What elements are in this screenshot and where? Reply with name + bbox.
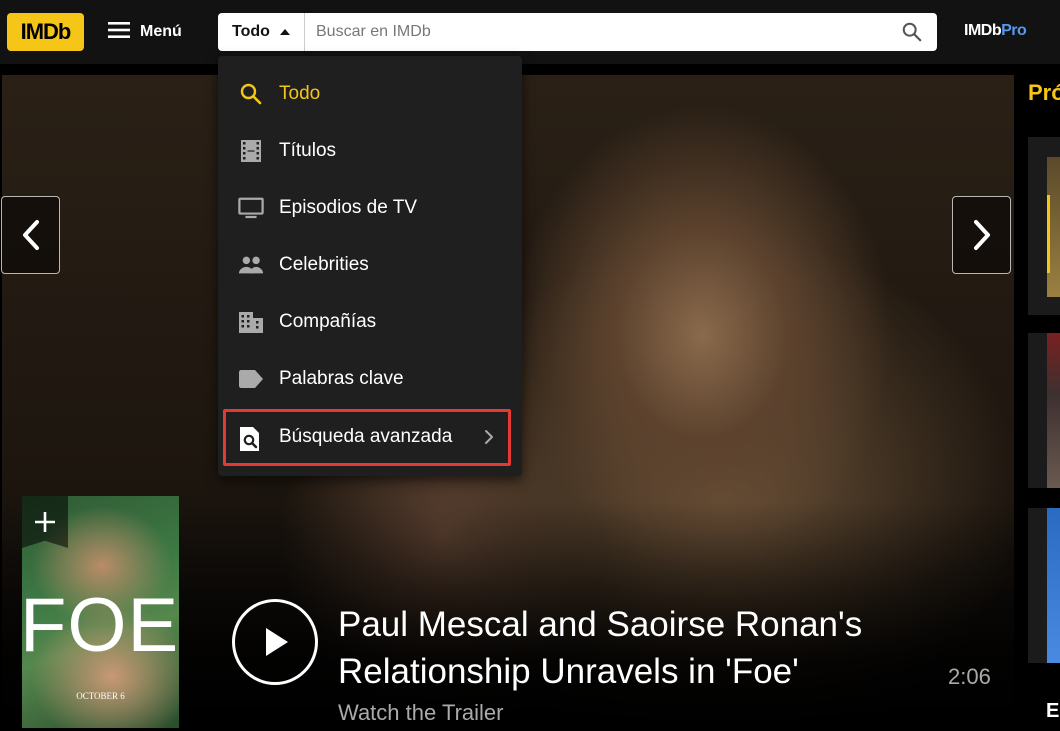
browse-trailers-link[interactable]: E (1046, 700, 1059, 723)
add-to-watchlist-button[interactable] (22, 496, 68, 548)
imdbpro-logo[interactable]: IMDbPro (964, 22, 1027, 40)
imdbpro-logo-part2: Pro (1001, 22, 1027, 39)
search-icon (238, 81, 264, 107)
menu-button[interactable]: Menú (108, 14, 182, 50)
up-next-card[interactable] (1028, 137, 1060, 315)
up-next-heading: Pró (1028, 80, 1060, 105)
poster-release-date: OCTOBER 6 (76, 691, 125, 701)
scope-option-label: Celebrities (279, 253, 369, 275)
search-scope-label: Todo (232, 23, 270, 40)
play-icon (266, 628, 288, 656)
chevron-left-icon (22, 220, 39, 250)
search-scope-menu: Todo Títulos Episodios de TV Celebrities… (218, 56, 522, 476)
scope-option-tv-episodes[interactable]: Episodios de TV (218, 179, 522, 236)
imdb-logo[interactable]: IMDb (7, 13, 84, 51)
menu-label: Menú (140, 23, 182, 40)
plus-icon (35, 512, 55, 532)
scope-option-all[interactable]: Todo (218, 65, 522, 122)
film-icon (238, 138, 264, 164)
people-icon (238, 252, 264, 278)
search-scope-dropdown[interactable]: Todo (218, 13, 305, 51)
advanced-search-icon (238, 426, 262, 457)
imdbpro-logo-part1: IMDb (964, 22, 1002, 39)
hamburger-icon (108, 21, 130, 44)
scope-option-label: Episodios de TV (279, 196, 418, 218)
hero-caption-subtitle: Watch the Trailer (338, 700, 504, 725)
tv-icon (238, 195, 264, 221)
tag-icon (238, 366, 264, 392)
up-next-accent-bar (1047, 195, 1050, 273)
scope-option-label: Palabras clave (279, 367, 404, 389)
up-next-thumbnail (1047, 508, 1060, 663)
search-bar: Todo (218, 13, 937, 51)
scope-option-companies[interactable]: Compañías (218, 293, 522, 350)
scope-option-label: Todo (279, 82, 321, 104)
hero-caption-title[interactable]: Paul Mescal and Saoirse Ronan's Relation… (338, 601, 938, 695)
chevron-right-icon (973, 220, 990, 250)
hero-next-button[interactable] (952, 196, 1011, 274)
advanced-search-label: Búsqueda avanzada (279, 426, 453, 447)
poster-title: FOE (22, 583, 179, 668)
chevron-right-icon (484, 429, 494, 450)
caret-up-icon (279, 29, 290, 35)
hero-previous-button[interactable] (1, 196, 60, 274)
top-navigation-bar: IMDb Menú Todo IMDbPro (0, 0, 1060, 64)
search-input[interactable] (314, 13, 894, 51)
up-next-card[interactable] (1028, 508, 1060, 663)
scope-option-titles[interactable]: Títulos (218, 122, 522, 179)
play-trailer-button[interactable] (232, 599, 318, 685)
search-icon[interactable] (901, 21, 923, 48)
scope-option-keywords[interactable]: Palabras clave (218, 350, 522, 407)
building-icon (238, 309, 264, 335)
up-next-thumbnail (1047, 333, 1060, 488)
scope-option-celebrities[interactable]: Celebrities (218, 236, 522, 293)
advanced-search-option[interactable]: Búsqueda avanzada (223, 409, 511, 466)
up-next-card[interactable] (1028, 333, 1060, 488)
video-duration: 2:06 (948, 664, 991, 689)
scope-option-label: Compañías (279, 310, 377, 332)
scope-option-label: Títulos (279, 139, 337, 161)
